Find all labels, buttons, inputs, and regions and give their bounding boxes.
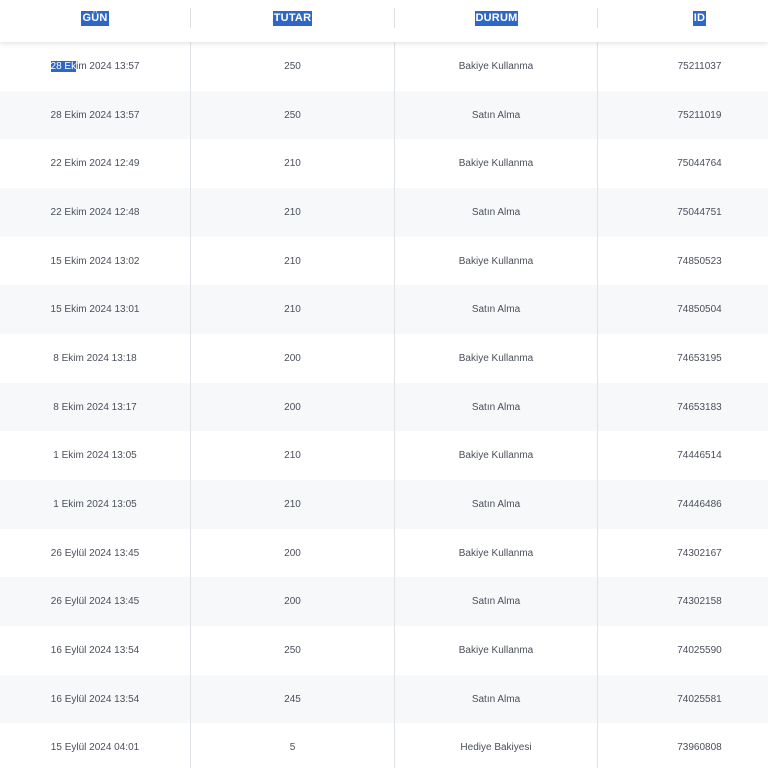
column-header-id[interactable]: ID xyxy=(598,0,768,36)
id-cell: 75211019 xyxy=(677,110,722,121)
selected-text: 28 Ek xyxy=(50,61,77,72)
amount-cell: 200 xyxy=(284,353,301,364)
date-cell: 26 Eylül 2024 13:45 xyxy=(50,548,140,559)
status-cell: Bakiye Kullanma xyxy=(458,450,534,461)
id-cell: 75044764 xyxy=(677,158,722,169)
table-row[interactable]: 28 Ekim 2024 13:57 250 Satın Alma 752110… xyxy=(0,91,768,140)
date-cell: 1 Ekim 2024 13:05 xyxy=(53,499,137,510)
date-cell: 8 Ekim 2024 13:18 xyxy=(53,353,137,364)
id-cell: 75044751 xyxy=(677,207,722,218)
date-cell: 8 Ekim 2024 13:17 xyxy=(53,402,137,413)
column-header-status[interactable]: DURUM xyxy=(395,0,598,36)
table-row[interactable]: 22 Ekim 2024 12:48 210 Satın Alma 750447… xyxy=(0,188,768,237)
date-cell: 15 Eylül 2024 04:01 xyxy=(50,742,140,753)
date-cell: 26 Eylül 2024 13:45 xyxy=(50,596,140,607)
column-divider xyxy=(190,42,191,768)
id-cell: 74302167 xyxy=(677,548,722,559)
table-row[interactable]: 26 Eylül 2024 13:45 200 Bakiye Kullanma … xyxy=(0,529,768,578)
amount-cell: 210 xyxy=(284,207,301,218)
amount-cell: 250 xyxy=(284,110,301,121)
amount-cell: 250 xyxy=(284,645,301,656)
date-cell: 28 Ekim 2024 13:57 xyxy=(50,110,140,121)
amount-cell: 210 xyxy=(284,158,301,169)
status-cell: Satın Alma xyxy=(471,596,521,607)
id-cell: 74302158 xyxy=(677,596,722,607)
status-cell: Bakiye Kullanma xyxy=(458,61,534,72)
date-cell: 28 Ekim 2024 13:57 xyxy=(0,42,190,91)
date-cell: 15 Ekim 2024 13:01 xyxy=(50,304,140,315)
amount-cell: 210 xyxy=(284,499,301,510)
status-cell: Bakiye Kullanma xyxy=(458,256,534,267)
amount-cell: 250 xyxy=(284,61,301,72)
id-cell: 75211037 xyxy=(677,61,722,72)
id-cell: 73960808 xyxy=(677,742,722,753)
table-row[interactable]: 8 Ekim 2024 13:17 200 Satın Alma 7465318… xyxy=(0,383,768,432)
id-cell: 74850523 xyxy=(677,256,722,267)
table-row[interactable]: 15 Ekim 2024 13:02 210 Bakiye Kullanma 7… xyxy=(0,237,768,286)
amount-cell: 200 xyxy=(284,402,301,413)
date-cell: 1 Ekim 2024 13:05 xyxy=(53,450,137,461)
status-cell: Bakiye Kullanma xyxy=(458,353,534,364)
date-cell: 22 Ekim 2024 12:49 xyxy=(50,158,140,169)
id-cell: 74446486 xyxy=(677,499,722,510)
column-header-id-label: ID xyxy=(692,10,707,26)
date-cell: 16 Eylül 2024 13:54 xyxy=(50,694,140,705)
status-cell: Satın Alma xyxy=(471,402,521,413)
table-row[interactable]: 26 Eylül 2024 13:45 200 Satın Alma 74302… xyxy=(0,577,768,626)
table-row[interactable]: 28 Ek im 2024 13:57 250 Bakiye Kullanma 7… xyxy=(0,42,768,91)
column-divider xyxy=(597,42,598,768)
status-cell: Satın Alma xyxy=(471,110,521,121)
id-cell: 74025581 xyxy=(677,694,722,705)
column-divider xyxy=(394,42,395,768)
id-cell: 74653183 xyxy=(677,402,722,413)
table-row[interactable]: 15 Ekim 2024 13:01 210 Satın Alma 748505… xyxy=(0,285,768,334)
date-text: im 2024 13:57 xyxy=(76,61,140,72)
column-header-amount[interactable]: TUTAR xyxy=(191,0,394,36)
transactions-table: GÜN TUTAR DURUM ID 28 Ek im 2024 13:57 25… xyxy=(0,0,768,772)
amount-cell: 210 xyxy=(284,304,301,315)
table-row[interactable]: 1 Ekim 2024 13:05 210 Bakiye Kullanma 74… xyxy=(0,431,768,480)
status-cell: Bakiye Kullanma xyxy=(458,645,534,656)
date-cell: 16 Eylül 2024 13:54 xyxy=(50,645,140,656)
date-cell: 15 Ekim 2024 13:02 xyxy=(50,256,140,267)
amount-cell: 200 xyxy=(284,548,301,559)
amount-cell: 200 xyxy=(284,596,301,607)
id-cell: 74025590 xyxy=(677,645,722,656)
status-cell: Satın Alma xyxy=(471,499,521,510)
table-row[interactable]: 16 Eylül 2024 13:54 245 Satın Alma 74025… xyxy=(0,675,768,724)
date-cell: 22 Ekim 2024 12:48 xyxy=(50,207,140,218)
column-header-status-label: DURUM xyxy=(474,10,519,26)
status-cell: Satın Alma xyxy=(471,694,521,705)
status-cell: Bakiye Kullanma xyxy=(458,158,534,169)
status-cell: Satın Alma xyxy=(471,207,521,218)
table-row[interactable]: 1 Ekim 2024 13:05 210 Satın Alma 7444648… xyxy=(0,480,768,529)
column-header-date[interactable]: GÜN xyxy=(0,0,190,36)
table-row[interactable]: 22 Ekim 2024 12:49 210 Bakiye Kullanma 7… xyxy=(0,139,768,188)
amount-cell: 5 xyxy=(289,742,296,753)
amount-cell: 245 xyxy=(284,694,301,705)
column-header-date-label: GÜN xyxy=(81,10,109,26)
amount-cell: 210 xyxy=(284,450,301,461)
status-cell: Satın Alma xyxy=(471,304,521,315)
id-cell: 74653195 xyxy=(677,353,722,364)
amount-cell: 210 xyxy=(284,256,301,267)
column-header-amount-label: TUTAR xyxy=(272,10,313,26)
table-header: GÜN TUTAR DURUM ID xyxy=(0,0,768,42)
status-cell: Hediye Bakiyesi xyxy=(460,742,532,753)
id-cell: 74446514 xyxy=(677,450,722,461)
table-row[interactable]: 16 Eylül 2024 13:54 250 Bakiye Kullanma … xyxy=(0,626,768,675)
table-row[interactable]: 8 Ekim 2024 13:18 200 Bakiye Kullanma 74… xyxy=(0,334,768,383)
id-cell: 74850504 xyxy=(677,304,722,315)
table-row[interactable]: 15 Eylül 2024 04:01 5 Hediye Bakiyesi 73… xyxy=(0,723,768,772)
status-cell: Bakiye Kullanma xyxy=(458,548,534,559)
